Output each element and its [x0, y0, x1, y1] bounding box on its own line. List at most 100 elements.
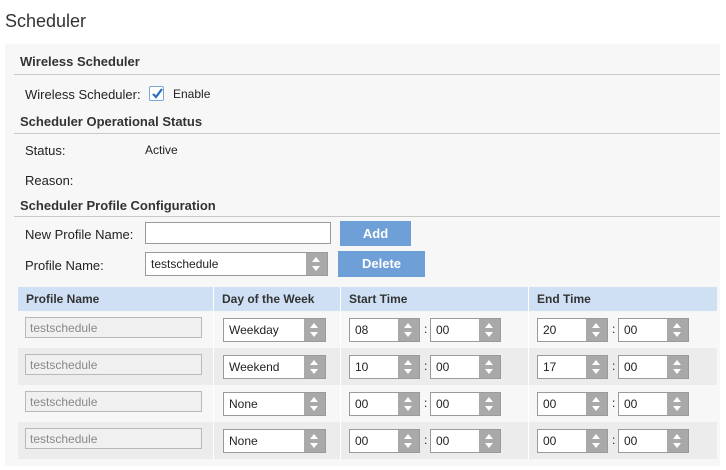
status-label: Status: [25, 143, 66, 158]
start-minute-select[interactable]: 00 [430, 318, 501, 342]
column-header-start-time: Start Time [349, 292, 408, 306]
start-hour-select[interactable]: 08 [349, 318, 420, 342]
select-spinner-icon[interactable] [304, 430, 325, 452]
column-header-day-of-week: Day of the Week [222, 292, 315, 306]
profile-name-select-value: testschedule [151, 257, 219, 271]
start-minute-value: 00 [436, 360, 450, 374]
checkmark-icon [152, 88, 163, 99]
select-spinner-icon[interactable] [398, 319, 419, 341]
schedule-table-header: Profile Name Day of the Week Start Time … [18, 287, 717, 311]
select-spinner-icon[interactable] [586, 430, 607, 452]
end-hour-select[interactable]: 00 [537, 429, 608, 453]
start-hour-value: 00 [355, 397, 369, 411]
time-separator: : [424, 359, 428, 373]
start-minute-select[interactable]: 00 [430, 392, 501, 416]
day-of-week-value: None [229, 397, 258, 411]
reason-label: Reason: [25, 173, 74, 188]
row-profile-name-field: testschedule [25, 317, 202, 338]
new-profile-name-label: New Profile Name: [25, 227, 134, 242]
select-spinner-icon[interactable] [304, 356, 325, 378]
start-hour-select[interactable]: 00 [349, 429, 420, 453]
time-separator: : [424, 433, 428, 447]
profile-name-label: Profile Name: [25, 258, 104, 273]
end-hour-value: 20 [543, 323, 557, 337]
row-profile-name-field: testschedule [25, 354, 202, 375]
select-spinner-icon[interactable] [479, 430, 500, 452]
add-button[interactable]: Add [340, 221, 411, 246]
row-profile-name-field: testschedule [25, 428, 202, 449]
select-spinner-icon[interactable] [667, 430, 688, 452]
section-title-wireless-scheduler: Wireless Scheduler [20, 54, 140, 69]
start-minute-value: 00 [436, 397, 450, 411]
select-spinner-icon[interactable] [398, 430, 419, 452]
start-hour-value: 10 [355, 360, 369, 374]
select-spinner-icon[interactable] [398, 393, 419, 415]
select-spinner-icon[interactable] [398, 356, 419, 378]
section-title-profile-config: Scheduler Profile Configuration [20, 198, 216, 213]
divider [14, 74, 720, 75]
time-separator: : [612, 322, 616, 336]
new-profile-name-input[interactable] [145, 222, 331, 244]
end-hour-select[interactable]: 00 [537, 392, 608, 416]
select-spinner-icon[interactable] [586, 393, 607, 415]
end-minute-select[interactable]: 00 [618, 392, 689, 416]
end-minute-value: 00 [624, 323, 638, 337]
end-hour-value: 00 [543, 434, 557, 448]
day-of-week-value: None [229, 434, 258, 448]
end-minute-value: 00 [624, 360, 638, 374]
delete-button[interactable]: Delete [338, 251, 425, 277]
select-spinner-icon[interactable] [667, 319, 688, 341]
day-of-week-select[interactable]: None [223, 392, 326, 416]
select-spinner-icon[interactable] [586, 356, 607, 378]
start-hour-select[interactable]: 10 [349, 355, 420, 379]
divider [14, 133, 720, 134]
end-minute-select[interactable]: 00 [618, 355, 689, 379]
column-header-end-time: End Time [537, 292, 591, 306]
start-minute-select[interactable]: 00 [430, 355, 501, 379]
start-minute-select[interactable]: 00 [430, 429, 501, 453]
section-title-operational-status: Scheduler Operational Status [20, 114, 203, 129]
end-hour-select[interactable]: 20 [537, 318, 608, 342]
end-minute-value: 00 [624, 434, 638, 448]
table-row: testschedule Weekday 08 : 00 20 : 00 [18, 311, 717, 348]
select-spinner-icon[interactable] [586, 319, 607, 341]
time-separator: : [424, 396, 428, 410]
end-minute-select[interactable]: 00 [618, 429, 689, 453]
start-minute-value: 00 [436, 434, 450, 448]
day-of-week-select[interactable]: None [223, 429, 326, 453]
table-row: testschedule Weekend 10 : 00 17 : 00 [18, 348, 717, 385]
start-hour-value: 08 [355, 323, 369, 337]
divider [14, 216, 720, 217]
start-hour-value: 00 [355, 434, 369, 448]
row-profile-name-field: testschedule [25, 391, 202, 412]
select-spinner-icon[interactable] [304, 319, 325, 341]
table-row: testschedule None 00 : 00 00 : 00 [18, 385, 717, 422]
status-value: Active [145, 143, 178, 157]
day-of-week-value: Weekday [229, 323, 279, 337]
select-spinner-icon[interactable] [479, 319, 500, 341]
day-of-week-select[interactable]: Weekday [223, 318, 326, 342]
table-row: testschedule None 00 : 00 00 : 00 [18, 422, 717, 459]
enable-checkbox[interactable] [149, 86, 164, 101]
select-spinner-icon[interactable] [479, 356, 500, 378]
select-spinner-icon[interactable] [667, 356, 688, 378]
select-spinner-icon[interactable] [479, 393, 500, 415]
time-separator: : [612, 433, 616, 447]
end-minute-value: 00 [624, 397, 638, 411]
day-of-week-value: Weekend [229, 360, 280, 374]
start-hour-select[interactable]: 00 [349, 392, 420, 416]
time-separator: : [612, 396, 616, 410]
day-of-week-select[interactable]: Weekend [223, 355, 326, 379]
wireless-scheduler-label: Wireless Scheduler: [25, 87, 141, 102]
select-spinner-icon[interactable] [306, 253, 327, 275]
time-separator: : [612, 359, 616, 373]
select-spinner-icon[interactable] [667, 393, 688, 415]
end-hour-value: 00 [543, 397, 557, 411]
enable-label[interactable]: Enable [173, 87, 210, 101]
time-separator: : [424, 322, 428, 336]
page-title: Scheduler [5, 11, 87, 31]
select-spinner-icon[interactable] [304, 393, 325, 415]
end-minute-select[interactable]: 00 [618, 318, 689, 342]
end-hour-select[interactable]: 17 [537, 355, 608, 379]
profile-name-select[interactable]: testschedule [145, 252, 328, 276]
